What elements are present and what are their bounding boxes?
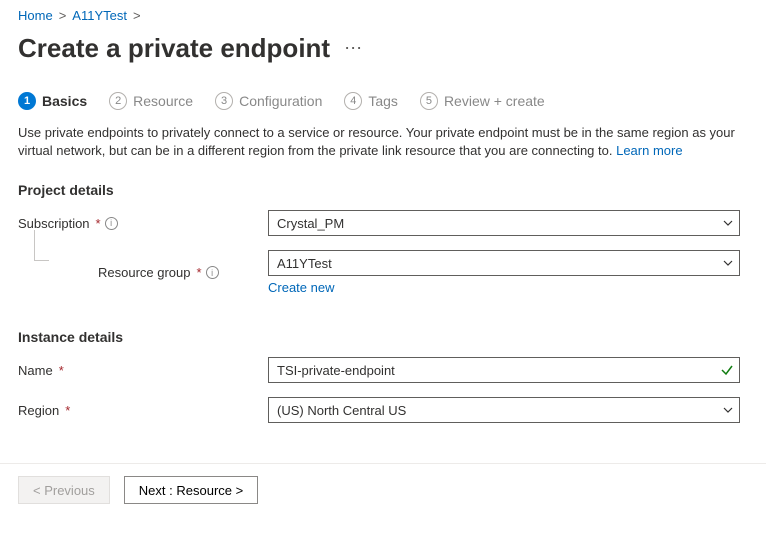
more-actions-icon[interactable]: ⋯	[344, 38, 363, 59]
info-icon[interactable]: i	[105, 217, 118, 230]
required-icon: *	[96, 216, 101, 231]
tab-review-create[interactable]: 5 Review + create	[420, 92, 545, 110]
tab-label: Basics	[42, 93, 87, 109]
breadcrumb-item[interactable]: A11YTest	[72, 8, 127, 23]
name-input[interactable]	[268, 357, 740, 383]
previous-button: < Previous	[18, 476, 110, 504]
breadcrumb-sep: >	[133, 8, 141, 23]
required-icon: *	[59, 363, 64, 378]
page-title: Create a private endpoint	[18, 33, 330, 64]
label-resource-group: Resource group * i	[58, 265, 268, 280]
subscription-select[interactable]	[268, 210, 740, 236]
tab-tags[interactable]: 4 Tags	[344, 92, 398, 110]
tab-description: Use private endpoints to privately conne…	[18, 124, 748, 160]
tab-number-icon: 4	[344, 92, 362, 110]
breadcrumb-sep: >	[59, 8, 67, 23]
wizard-tabs: 1 Basics 2 Resource 3 Configuration 4 Ta…	[18, 92, 748, 110]
label-subscription: Subscription * i	[18, 216, 268, 231]
section-instance-details: Instance details	[18, 329, 748, 345]
info-icon[interactable]: i	[206, 266, 219, 279]
tab-number-icon: 5	[420, 92, 438, 110]
label-name: Name *	[18, 363, 268, 378]
resource-group-select[interactable]	[268, 250, 740, 276]
tab-resource[interactable]: 2 Resource	[109, 92, 193, 110]
tab-label: Review + create	[444, 93, 545, 109]
tab-number-icon: 2	[109, 92, 127, 110]
learn-more-link[interactable]: Learn more	[616, 143, 682, 158]
wizard-footer: < Previous Next : Resource >	[0, 463, 766, 516]
breadcrumb: Home > A11YTest >	[18, 8, 748, 23]
section-project-details: Project details	[18, 182, 748, 198]
region-select[interactable]	[268, 397, 740, 423]
create-new-link[interactable]: Create new	[268, 280, 740, 295]
required-icon: *	[197, 265, 202, 280]
required-icon: *	[65, 403, 70, 418]
checkmark-icon	[720, 363, 734, 377]
tab-label: Resource	[133, 93, 193, 109]
tab-basics[interactable]: 1 Basics	[18, 92, 87, 110]
tab-label: Tags	[368, 93, 398, 109]
breadcrumb-home[interactable]: Home	[18, 8, 53, 23]
next-button[interactable]: Next : Resource >	[124, 476, 258, 504]
tab-label: Configuration	[239, 93, 322, 109]
tab-number-icon: 1	[18, 92, 36, 110]
tab-number-icon: 3	[215, 92, 233, 110]
label-region: Region *	[18, 403, 268, 418]
tab-configuration[interactable]: 3 Configuration	[215, 92, 322, 110]
